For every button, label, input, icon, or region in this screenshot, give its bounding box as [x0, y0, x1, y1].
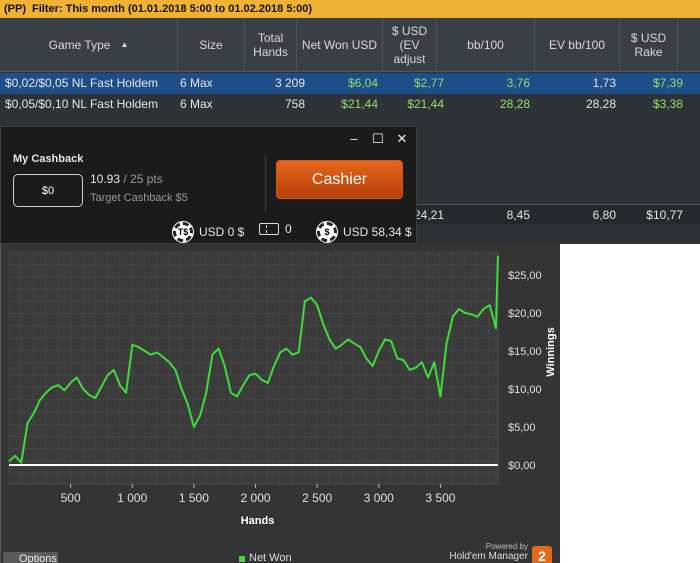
table-row[interactable]: $0,02/$0,05 NL Fast Holdem 6 Max 3 209 $…: [0, 73, 700, 94]
cashback-title: My Cashback: [13, 153, 84, 165]
chart-canvas: 500 1 000 1 500 2 000 2 500 3 000 3 500 $0,00 $5…: [8, 251, 557, 527]
cell-game: $0,02/$0,05 NL Fast Holdem: [5, 76, 158, 90]
ts-balance: T$ USD 0 $: [172, 221, 245, 243]
ts-balance-label: USD 0 $: [199, 225, 245, 239]
usd-balance: $ USD 58,34 $: [316, 221, 412, 243]
cell-evbb: 1,73: [592, 76, 616, 90]
col-header-ev-bb100[interactable]: EV bb/100: [535, 18, 620, 72]
cell-size: 6 Max: [180, 76, 213, 90]
y-tick-label: $10,00: [508, 384, 542, 396]
cell-hands: 758: [284, 97, 305, 111]
close-icon[interactable]: ✕: [396, 132, 408, 146]
total-bb100: 8,45: [506, 208, 530, 222]
col-header-rake[interactable]: $ USD Rake: [620, 18, 678, 72]
y-tick-label: $15,00: [508, 346, 542, 358]
y-tick-label: $0,00: [508, 460, 536, 472]
cell-evbb: 28,28: [585, 97, 616, 111]
options-button[interactable]: Options: [3, 552, 58, 563]
cashback-points: 10.93 / 25 pts: [90, 172, 163, 186]
powered-by: Powered by: [485, 542, 528, 551]
cell-rake: $3,38: [652, 97, 683, 111]
col-header-net-won[interactable]: Net Won USD: [297, 18, 383, 72]
col-header-game-type[interactable]: Game Type ▲: [0, 18, 178, 72]
col-header-usd-ev[interactable]: $ USD (EV adjust: [383, 18, 437, 72]
tickets-count: 0: [285, 222, 292, 236]
x-tick-label: 2 500: [302, 491, 332, 505]
legend-label: Net Won: [249, 552, 292, 563]
x-tick-label: 3 500: [425, 491, 455, 505]
cashier-button[interactable]: Cashier: [276, 160, 403, 199]
dollar-chip-icon: $: [316, 221, 338, 243]
y-tick-label: $5,00: [508, 422, 536, 434]
cell-rake: $7,39: [652, 76, 683, 90]
x-tick-label: 3 000: [364, 491, 394, 505]
col-header-bb100[interactable]: bb/100: [437, 18, 535, 72]
legend-swatch: [239, 556, 245, 562]
winnings-chart: 500 1 000 1 500 2 000 2 500 3 000 3 500 $0,00 $5…: [0, 244, 560, 563]
y-axis-label: Winnings: [545, 327, 557, 376]
window-controls: – ☐ ✕: [348, 132, 408, 146]
maximize-icon[interactable]: ☐: [372, 132, 384, 146]
minimize-icon[interactable]: –: [348, 132, 360, 146]
filter-prefix: (PP): [4, 3, 26, 15]
points-value: 10.93: [90, 172, 121, 186]
tournament-dollar-icon: T$: [172, 221, 194, 243]
cashback-target: Target Cashback $5: [90, 192, 188, 204]
tickets: 0: [259, 222, 292, 236]
cell-game: $0,05/$0,10 NL Fast Holdem: [5, 97, 158, 111]
cashback-popup: – ☐ ✕ My Cashback $0 10.93 / 25 pts Targ…: [0, 126, 417, 244]
cell-size: 6 Max: [180, 97, 213, 111]
points-target: / 25 pts: [123, 172, 163, 186]
brand-name: Hold'em Manager: [449, 551, 528, 562]
cell-bb100: 3,76: [506, 76, 530, 90]
table-row[interactable]: $0,05/$0,10 NL Fast Holdem 6 Max 758 $21…: [0, 94, 700, 115]
sort-asc-icon: ▲: [120, 40, 129, 49]
y-tick-label: $20,00: [508, 308, 542, 320]
y-tick-label: $25,00: [508, 270, 542, 282]
col-header-size[interactable]: Size: [178, 18, 245, 72]
x-tick-label: 1 500: [179, 491, 209, 505]
cell-net: $21,44: [341, 97, 378, 111]
cell-net: $6,04: [347, 76, 378, 90]
divider: [265, 155, 266, 211]
table-header: Game Type ▲ Size Total Hands Net Won USD …: [0, 18, 700, 72]
cell-bb100: 28,28: [499, 97, 530, 111]
cell-ev: $2,77: [413, 76, 444, 90]
filter-text: Filter: This month (01.01.2018 5:00 to 0…: [32, 3, 313, 15]
total-evbb: 6,80: [592, 208, 616, 222]
total-rake: $10,77: [646, 208, 683, 222]
filter-bar[interactable]: (PP) Filter: This month (01.01.2018 5:00 …: [0, 0, 700, 18]
x-tick-label: 500: [61, 491, 81, 505]
ticket-icon: [259, 223, 279, 235]
cashback-balance: $0: [13, 174, 83, 207]
x-tick-label: 1 000: [117, 491, 147, 505]
x-tick-label: 2 000: [241, 491, 271, 505]
x-axis-label: Hands: [241, 515, 275, 527]
app-window: (PP) Filter: This month (01.01.2018 5:00 …: [0, 0, 700, 563]
brand-logo-icon: 2: [532, 546, 552, 563]
col-header-total-hands[interactable]: Total Hands: [245, 18, 297, 72]
cell-hands: 3 209: [274, 76, 305, 90]
usd-balance-label: USD 58,34 $: [343, 225, 412, 239]
col-header-game-type-label: Game Type: [48, 38, 111, 52]
cell-ev: $21,44: [407, 97, 444, 111]
